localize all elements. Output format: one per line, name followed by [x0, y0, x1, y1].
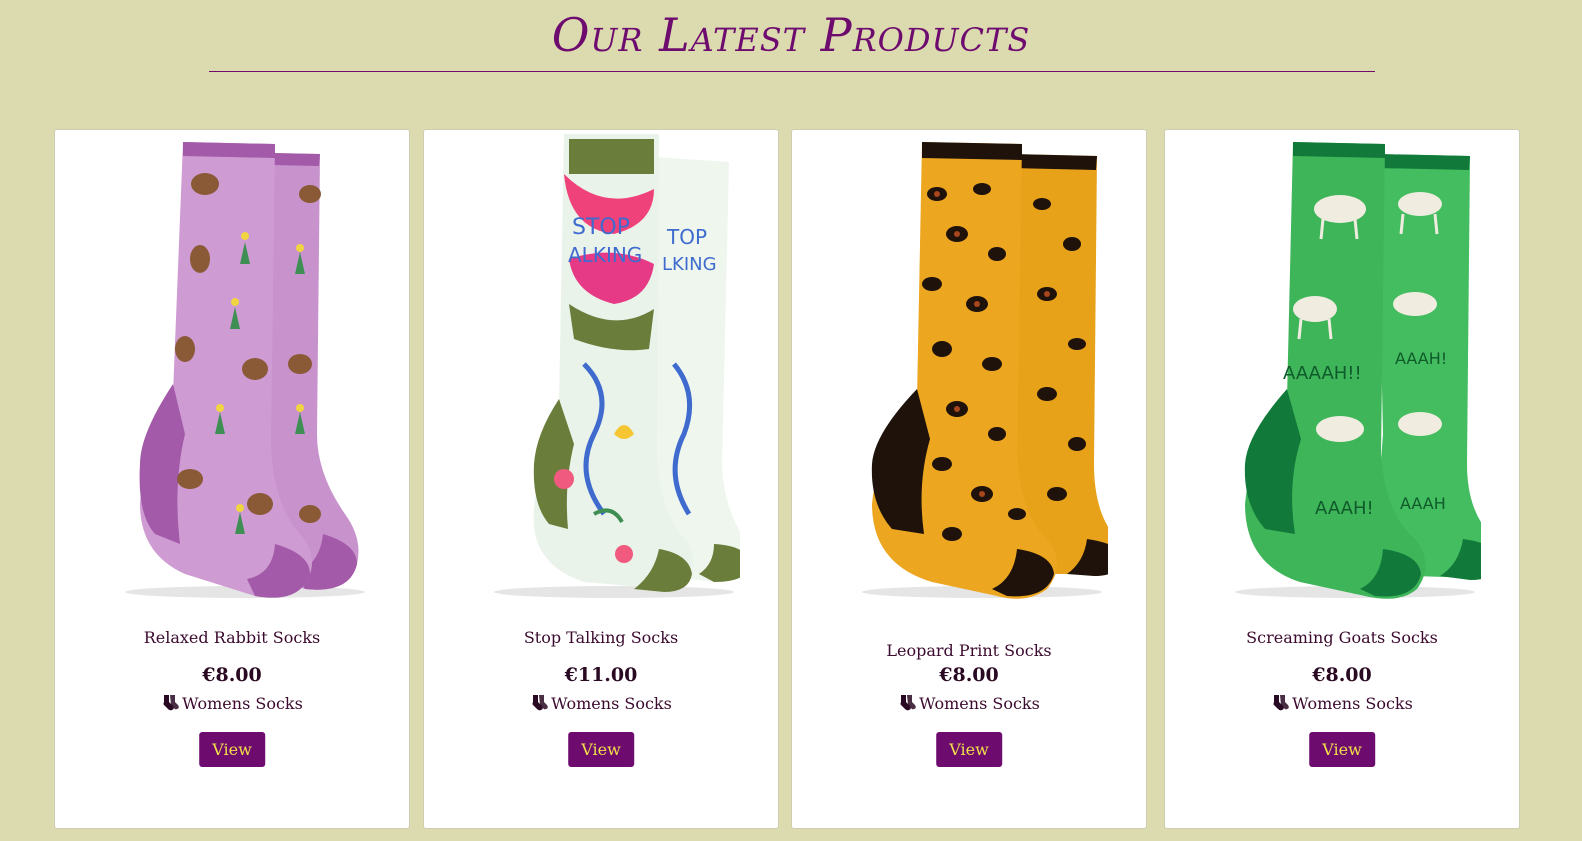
svg-text:TOP: TOP: [666, 225, 707, 249]
product-category: Womens Socks: [792, 694, 1146, 713]
product-category: Womens Socks: [424, 694, 778, 713]
product-name: Relaxed Rabbit Socks: [143, 628, 321, 647]
svg-text:AAAH!: AAAH!: [1395, 349, 1447, 368]
svg-text:LKING: LKING: [662, 254, 717, 275]
heading-divider: [209, 71, 1375, 72]
product-category: Womens Socks: [55, 694, 409, 713]
svg-text:AAAH!: AAAH!: [1315, 498, 1374, 519]
svg-text:STOP: STOP: [572, 215, 630, 240]
product-category-label: Womens Socks: [1292, 694, 1413, 713]
product-price: €8.00: [202, 664, 262, 686]
product-card-relaxed-rabbit: Relaxed Rabbit Socks €8.00 Womens Socks …: [54, 129, 410, 829]
product-section: Our Latest Products Relaxed Rabbit Socks…: [0, 0, 1582, 841]
screaming-goats-socks-image[interactable]: AAAAH!! AAAH! AAAH! AAAH: [1205, 134, 1481, 604]
product-card-stop-talking: STOP ALKING TOP LKING Stop Talking Socks…: [423, 129, 779, 829]
product-name: Stop Talking Socks: [523, 628, 679, 647]
product-name: Leopard Print Socks: [886, 641, 1052, 660]
product-category-label: Womens Socks: [182, 694, 303, 713]
product-price: €8.00: [1312, 664, 1372, 686]
product-price: €8.00: [939, 664, 999, 686]
product-category-label: Womens Socks: [919, 694, 1040, 713]
product-category-label: Womens Socks: [551, 694, 672, 713]
socks-icon: [1273, 695, 1289, 711]
product-card-leopard-print: Leopard Print Socks €8.00 Womens Socks V…: [791, 129, 1147, 829]
svg-text:ALKING: ALKING: [568, 243, 642, 267]
socks-icon: [900, 695, 916, 711]
view-button[interactable]: View: [199, 732, 265, 767]
product-name: Screaming Goats Socks: [1246, 628, 1438, 647]
leopard-print-socks-image[interactable]: [832, 134, 1108, 604]
socks-icon: [532, 695, 548, 711]
svg-text:AAAH: AAAH: [1400, 494, 1446, 513]
product-card-screaming-goats: AAAAH!! AAAH! AAAH! AAAH Screaming Goats…: [1164, 129, 1520, 829]
relaxed-rabbit-socks-image[interactable]: [95, 134, 371, 604]
socks-icon: [163, 695, 179, 711]
product-category: Womens Socks: [1165, 694, 1519, 713]
stop-talking-socks-image[interactable]: STOP ALKING TOP LKING: [464, 134, 740, 604]
svg-text:AAAAH!!: AAAAH!!: [1283, 363, 1362, 384]
view-button[interactable]: View: [568, 732, 634, 767]
product-price: €11.00: [564, 664, 638, 686]
section-heading: Our Latest Products: [551, 8, 1031, 62]
view-button[interactable]: View: [1309, 732, 1375, 767]
view-button[interactable]: View: [936, 732, 1002, 767]
